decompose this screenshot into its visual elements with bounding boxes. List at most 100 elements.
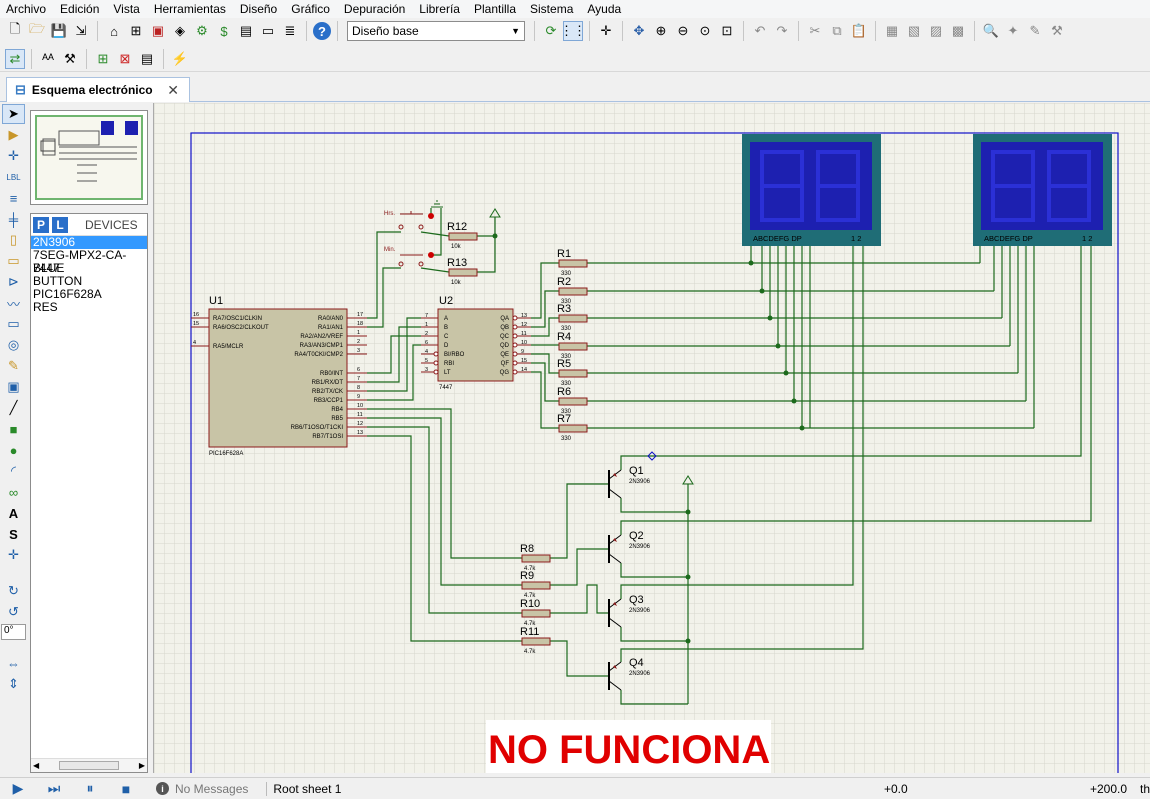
block-move-icon[interactable]: ▧ xyxy=(904,21,924,41)
import-icon[interactable]: ⇲ xyxy=(71,21,91,41)
pick-devices-button[interactable]: P xyxy=(33,216,49,233)
decompose-icon[interactable]: ⚒ xyxy=(1047,21,1067,41)
play-icon[interactable]: ▶ xyxy=(0,780,36,797)
overview-window[interactable] xyxy=(30,110,148,205)
block-delete-icon[interactable]: ▩ xyxy=(948,21,968,41)
search-tag-icon[interactable]: ᴬᴬ xyxy=(38,49,58,69)
rotation-angle-field[interactable]: 0° xyxy=(1,624,26,640)
refresh-icon[interactable]: ⟳ xyxy=(541,21,561,41)
message-area[interactable]: i No Messages xyxy=(156,782,248,796)
remove-sheet-icon[interactable]: ⊠ xyxy=(115,49,135,69)
tab-schematic[interactable]: ⊟ Esquema electrónico ✕ xyxy=(6,77,190,102)
notes-icon[interactable]: ≣ xyxy=(280,21,300,41)
3d-view-icon[interactable]: ◈ xyxy=(170,21,190,41)
schematic-canvas[interactable]: U1 PIC16F628A 16 RA7/OSC1/CLKIN 15 RA6/OSC2… xyxy=(153,103,1150,773)
wire-label-icon[interactable]: LBL xyxy=(2,167,25,187)
menu-diseno[interactable]: Diseño xyxy=(240,2,277,16)
layer-select[interactable]: Diseño base ▼ xyxy=(347,21,525,41)
zoom-all-icon[interactable]: ⊙ xyxy=(695,21,715,41)
path-icon[interactable]: ∞ xyxy=(2,482,25,502)
source-code-icon[interactable]: ▤ xyxy=(236,21,256,41)
scroll-thumb[interactable] xyxy=(59,761,119,770)
menu-edicion[interactable]: Edición xyxy=(60,2,99,16)
devices-horizontal-scrollbar[interactable]: ◀ ▶ xyxy=(31,758,147,772)
goto-sheet-icon[interactable]: ▤ xyxy=(137,49,157,69)
undo-icon[interactable]: ↶ xyxy=(750,21,770,41)
graph-mode-icon[interactable]: 〰 xyxy=(2,293,25,313)
stop-icon[interactable]: ■ xyxy=(108,781,144,797)
zoom-in-icon[interactable]: ⊕ xyxy=(651,21,671,41)
block-copy-icon[interactable]: ▦ xyxy=(882,21,902,41)
home-icon[interactable]: ⌂ xyxy=(104,21,124,41)
new-file-icon[interactable]: 🗋 xyxy=(5,21,25,41)
text-script-icon[interactable]: ≡ xyxy=(2,188,25,208)
menu-depuracion[interactable]: Depuración xyxy=(344,2,405,16)
arc-icon[interactable]: ◜ xyxy=(2,461,25,481)
terminals-icon[interactable]: ▭ xyxy=(2,251,25,271)
copy-icon[interactable]: ⧉ xyxy=(827,21,847,41)
schematic-drawing[interactable]: U1 PIC16F628A 16RA7/OSC1/CLKIN15RA6/OSC2… xyxy=(154,103,1150,773)
generator-icon[interactable]: ◎ xyxy=(2,335,25,355)
menu-sistema[interactable]: Sistema xyxy=(530,2,573,16)
device-pins-icon[interactable]: ⊳ xyxy=(2,272,25,292)
overview-viewport[interactable] xyxy=(35,115,143,200)
buses-icon[interactable]: ╪ xyxy=(2,209,25,229)
probe-icon[interactable]: ✎ xyxy=(2,356,25,376)
device-item-res[interactable]: RES xyxy=(31,301,147,314)
rotate-anticlockwise-icon[interactable]: ↺ xyxy=(2,602,25,622)
electrical-rule-check-icon[interactable]: ⚡ xyxy=(170,49,190,69)
new-sheet-icon[interactable]: ⊞ xyxy=(93,49,113,69)
packaging-tool-icon[interactable]: ✎ xyxy=(1025,21,1045,41)
menu-plantilla[interactable]: Plantilla xyxy=(474,2,516,16)
component-icon[interactable]: ▭ xyxy=(258,21,278,41)
origin-icon[interactable]: ✛ xyxy=(596,21,616,41)
junction-dot-icon[interactable]: ✛ xyxy=(2,146,25,166)
close-icon[interactable]: ✕ xyxy=(167,82,179,99)
symbol-icon[interactable]: S xyxy=(2,524,25,544)
save-icon[interactable]: 💾 xyxy=(49,21,69,41)
marker-icon[interactable]: ✛ xyxy=(2,545,25,565)
text-icon[interactable]: A xyxy=(2,503,25,523)
subcircuit-icon[interactable]: ▯ xyxy=(2,230,25,250)
open-folder-icon[interactable]: 🗁 xyxy=(27,21,47,41)
scroll-right-icon[interactable]: ▶ xyxy=(139,761,145,770)
cut-icon[interactable]: ✂ xyxy=(805,21,825,41)
menu-vista[interactable]: Vista xyxy=(113,2,139,16)
menu-grafico[interactable]: Gráfico xyxy=(291,2,330,16)
pcb-icon[interactable]: ▣ xyxy=(148,21,168,41)
search-part-icon[interactable]: 🔍 xyxy=(981,21,1001,41)
rotate-clockwise-icon[interactable]: ↻ xyxy=(2,581,25,601)
redo-icon[interactable]: ↷ xyxy=(772,21,792,41)
box-icon[interactable]: ■ xyxy=(2,419,25,439)
pan-icon[interactable]: ✥ xyxy=(629,21,649,41)
menu-ayuda[interactable]: Ayuda xyxy=(587,2,621,16)
pause-icon[interactable]: ⏸ xyxy=(72,780,108,797)
library-manager-button[interactable]: L xyxy=(52,216,68,233)
bom-icon[interactable]: $ xyxy=(214,21,234,41)
circle-icon[interactable]: ● xyxy=(2,440,25,460)
step-icon[interactable]: ⏭ xyxy=(36,780,72,797)
line-icon[interactable]: ╱ xyxy=(2,398,25,418)
wire-autorouter-icon[interactable]: ⇄ xyxy=(5,48,25,69)
help-icon[interactable]: ? xyxy=(313,22,331,40)
zoom-out-icon[interactable]: ⊖ xyxy=(673,21,693,41)
make-device-icon[interactable]: ✦ xyxy=(1003,21,1023,41)
schematic-icon[interactable]: ⊞ xyxy=(126,21,146,41)
paste-icon[interactable]: 📋 xyxy=(849,21,869,41)
grid-toggle-icon[interactable]: ⋮⋮ xyxy=(560,21,586,41)
menu-libreria[interactable]: Librería xyxy=(419,2,460,16)
component-mode-icon[interactable]: ▶ xyxy=(2,125,25,145)
mirror-horizontal-icon[interactable]: ⇔ xyxy=(2,653,25,673)
menu-archivo[interactable]: Archivo xyxy=(6,2,46,16)
block-rotate-icon[interactable]: ▨ xyxy=(926,21,946,41)
gerber-icon[interactable]: ⚙ xyxy=(192,21,212,41)
mirror-vertical-icon[interactable]: ⇕ xyxy=(2,674,25,694)
property-assignment-icon[interactable]: ⚒ xyxy=(60,49,80,69)
selection-mode-icon[interactable]: ➤ xyxy=(2,104,25,124)
tape-recorder-icon[interactable]: ▭ xyxy=(2,314,25,334)
virtual-instrument-icon[interactable]: ▣ xyxy=(2,377,25,397)
u1-pic16f628a[interactable]: U1 PIC16F628A 16RA7/OSC1/CLKIN15RA6/OSC2… xyxy=(191,295,367,457)
zoom-area-icon[interactable]: ⊡ xyxy=(717,21,737,41)
scroll-left-icon[interactable]: ◀ xyxy=(33,761,39,770)
menu-herramientas[interactable]: Herramientas xyxy=(154,2,226,16)
